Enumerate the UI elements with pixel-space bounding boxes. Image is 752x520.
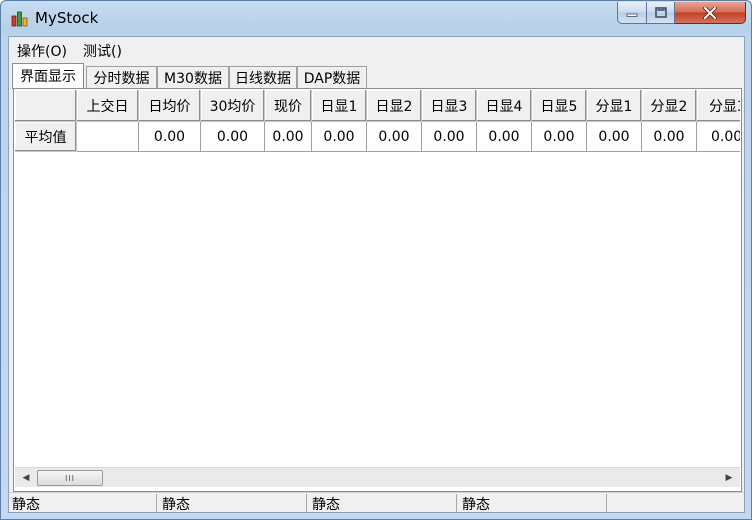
grid-cell[interactable]: 0.00 [201, 122, 265, 152]
grid-cell[interactable]: 0.00 [587, 122, 642, 152]
title-bar[interactable]: MyStock [1, 1, 751, 35]
column-header[interactable]: 现价 [265, 90, 312, 122]
grid-cell[interactable]: 0.00 [312, 122, 367, 152]
grid-corner-header [15, 90, 77, 122]
scrollbar-thumb[interactable]: III [37, 470, 103, 486]
client-area: 操作(O) 测试() 界面显示 分时数据 M30数据 日线数据 DAP数据 上交… [8, 36, 745, 513]
column-header[interactable]: 日显1 [312, 90, 367, 122]
menu-bar: 操作(O) 测试() [9, 37, 744, 61]
column-header[interactable]: 日显4 [477, 90, 532, 122]
menu-test[interactable]: 测试() [83, 41, 122, 61]
grid-cell[interactable]: 0.00 [532, 122, 587, 152]
status-pane: 静态 [309, 494, 457, 513]
tab-label: M30数据 [164, 71, 222, 87]
column-header[interactable]: 日显2 [367, 90, 422, 122]
status-pane: 静态 [459, 494, 607, 513]
tab-label: 界面显示 [20, 69, 76, 85]
minimize-icon [626, 13, 638, 17]
column-header[interactable]: 分显3 [697, 90, 740, 122]
grid-cell[interactable]: 0.00 [422, 122, 477, 152]
grid-cell[interactable]: 0.00 [139, 122, 201, 152]
data-grid: 上交日 日均价 30均价 现价 日显1 日显2 日显3 日显4 日显5 分显1 … [15, 90, 740, 468]
window-title: MyStock [35, 9, 99, 27]
tab-daily-data[interactable]: 日线数据 [229, 66, 297, 88]
tab-label: 分时数据 [93, 71, 150, 87]
maximize-icon [654, 7, 667, 18]
tab-intraday-data[interactable]: 分时数据 [86, 66, 157, 88]
status-bar: 静态 静态 静态 静态 [9, 492, 744, 513]
close-icon [703, 6, 717, 19]
grid-cell[interactable]: 0.00 [642, 122, 697, 152]
grid-cell[interactable]: 0.00 [367, 122, 422, 152]
app-icon [11, 11, 28, 27]
column-header[interactable]: 日显3 [422, 90, 477, 122]
main-window: MyStock 操作(O) 测试() 界面显示 分时数据 M30数据 日线数据 … [0, 0, 752, 520]
status-pane: 静态 [159, 494, 307, 513]
tab-dap-data[interactable]: DAP数据 [297, 66, 367, 88]
tab-label: 日线数据 [235, 71, 291, 87]
grid-cell[interactable]: 0.00 [697, 122, 740, 152]
column-header[interactable]: 分显2 [642, 90, 697, 122]
grid-cell[interactable]: 0.00 [265, 122, 312, 152]
column-header[interactable]: 上交日 [77, 90, 139, 122]
menu-operations[interactable]: 操作(O) [17, 41, 67, 61]
tab-label: DAP数据 [303, 71, 361, 87]
horizontal-scrollbar[interactable]: ◀ III ▶ [15, 467, 740, 487]
column-header[interactable]: 日显5 [532, 90, 587, 122]
tab-panel: 上交日 日均价 30均价 现价 日显1 日显2 日显3 日显4 日显5 分显1 … [13, 88, 742, 492]
column-header[interactable]: 30均价 [201, 90, 265, 122]
tab-interface-display[interactable]: 界面显示 [12, 63, 84, 89]
close-button[interactable] [675, 2, 746, 24]
column-header[interactable]: 日均价 [139, 90, 201, 122]
scroll-left-arrow-icon[interactable]: ◀ [19, 471, 33, 485]
column-header[interactable]: 分显1 [587, 90, 642, 122]
scrollbar-grip: III [64, 473, 76, 483]
status-pane: 静态 [9, 494, 157, 513]
tab-m30-data[interactable]: M30数据 [157, 66, 229, 88]
maximize-button[interactable] [647, 2, 675, 24]
row-header[interactable]: 平均值 [15, 122, 77, 152]
grid-cell[interactable] [77, 122, 139, 152]
scroll-right-arrow-icon[interactable]: ▶ [722, 471, 736, 485]
grid-cell[interactable]: 0.00 [477, 122, 532, 152]
minimize-button[interactable] [617, 2, 647, 24]
